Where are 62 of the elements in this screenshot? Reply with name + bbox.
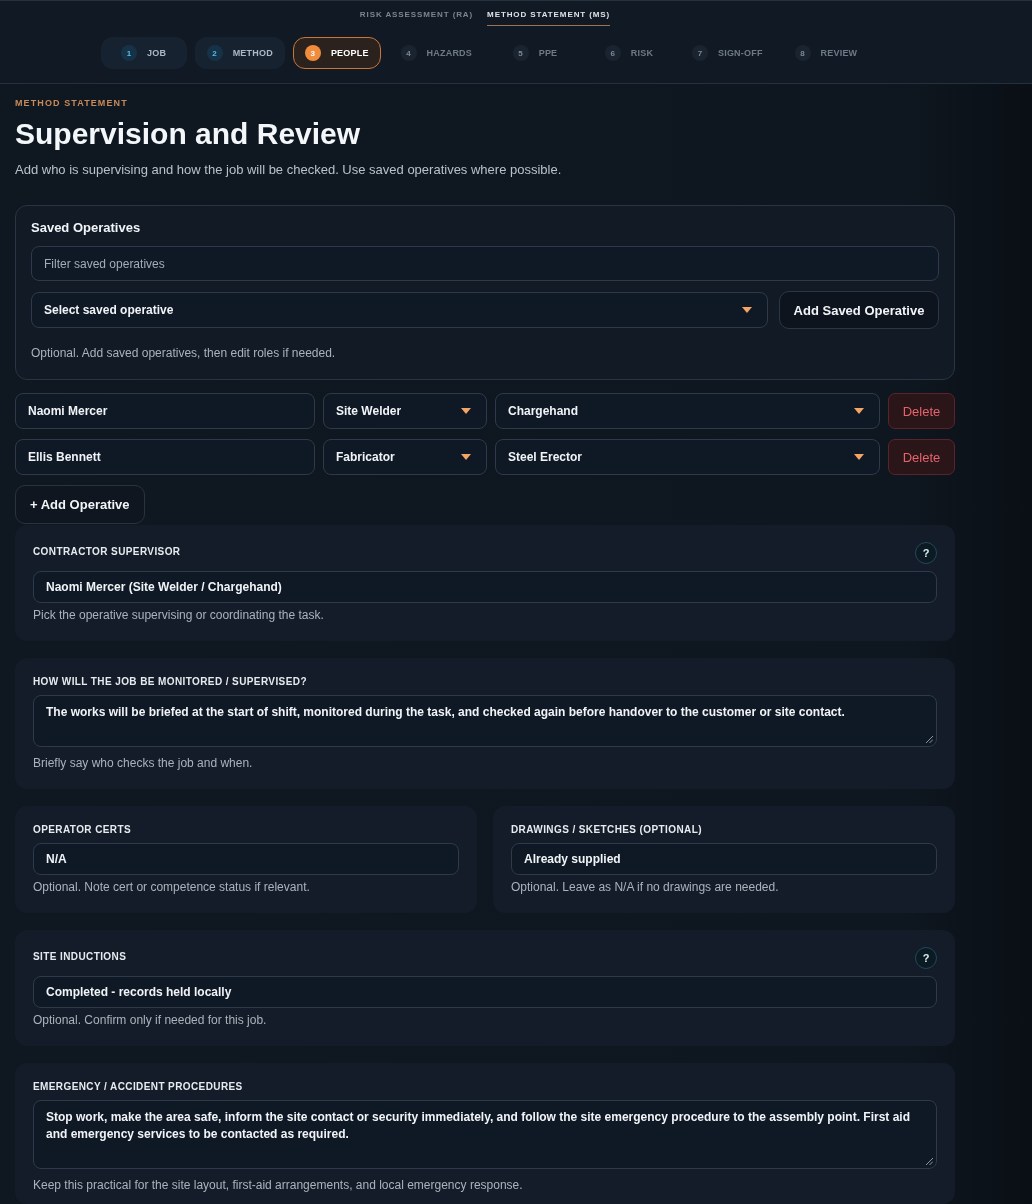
text-area[interactable]: The works will be briefed at the start of shift, monitored during the task, and checked again before handover to the customer or site contact. (33, 695, 937, 747)
field-hint: Keep this practical for the site layout, first-aid arrangements, and local emergency response. (33, 1178, 524, 1192)
step-tab[interactable]: 7 SIGN-OFF (680, 37, 775, 69)
add-operative-button[interactable]: + Add Operative (15, 485, 145, 524)
text-field[interactable]: Already supplied (511, 843, 937, 875)
caret-icon (461, 454, 471, 460)
step-number: 5 (512, 45, 529, 61)
step-number: 6 (604, 45, 621, 61)
field-label: SITE INDUCTIONS (33, 951, 127, 963)
step-tab[interactable]: 1 JOB (100, 37, 187, 69)
text-field[interactable]: N/A (33, 843, 459, 875)
text-field[interactable]: Completed - records held locally (33, 976, 937, 1008)
field-hint: Optional. Confirm only if needed for this job. (33, 1013, 268, 1027)
text-field[interactable]: Naomi Mercer (Site Welder / Chargehand) (33, 571, 937, 603)
step-number: 7 (692, 45, 708, 61)
delete-button[interactable]: Delete (888, 439, 955, 475)
field-hint: Pick the operative supervising or coordinating the task. (33, 608, 325, 622)
operative-select[interactable]: Select saved operative (31, 292, 768, 328)
resize-grip-icon[interactable] (926, 1158, 933, 1165)
field-hint: Optional. Note cert or competence status if relevant. (33, 880, 311, 894)
card-title: Saved Operatives (31, 220, 142, 236)
step-number: 3 (304, 45, 321, 61)
step-number: 1 (121, 45, 138, 61)
step-number: 2 (206, 45, 223, 61)
field-label: CONTRACTOR SUPERVISOR (33, 546, 181, 558)
role-select[interactable]: Chargehand (495, 393, 880, 429)
name-field[interactable]: Ellis Bennett (15, 439, 315, 475)
help-button[interactable]: ? (915, 947, 937, 969)
field-hint: Optional. Add saved operatives, then edit roles if needed. (31, 346, 337, 360)
delete-button[interactable]: Delete (888, 393, 955, 429)
step-tab[interactable]: 3 PEOPLE (292, 37, 381, 69)
field-hint: Optional. Leave as N/A if no drawings are needed. (511, 880, 780, 894)
page-subtitle: Add who is supervising and how the job will be checked. Use saved operatives where possible. (15, 162, 563, 178)
trade-select[interactable]: Fabricator (323, 439, 487, 475)
step-tab[interactable]: 4 HAZARDS (388, 37, 484, 69)
step-number: 8 (794, 45, 811, 61)
page-title: Supervision and Review (15, 116, 362, 152)
field-label: DRAWINGS / SKETCHES (OPTIONAL) (511, 824, 702, 836)
role-select[interactable]: Steel Erector (495, 439, 880, 475)
step-tab[interactable]: 5 PPE (492, 37, 578, 69)
field-label: OPERATOR CERTS (33, 824, 132, 836)
step-tab[interactable]: 8 REVIEW (782, 37, 870, 69)
field-hint: Briefly say who checks the job and when. (33, 756, 254, 770)
caret-icon (854, 408, 864, 414)
field-label: EMERGENCY / ACCIDENT PROCEDURES (33, 1081, 243, 1093)
text-area[interactable]: Stop work, make the area safe, inform the site contact or security immediately, and follow the site emergency procedure to the assembly point. First aid and emergency services to be contacted as required. (33, 1100, 937, 1169)
filter-field[interactable]: Filter saved operatives (31, 246, 939, 281)
mode-tab[interactable]: RISK ASSESSMENT (RA) (359, 7, 474, 26)
step-tab[interactable]: 2 METHOD (194, 37, 285, 69)
step-tab[interactable]: 6 RISK (586, 37, 672, 69)
caret-icon (854, 454, 864, 460)
trade-select[interactable]: Site Welder (323, 393, 487, 429)
caret-icon (461, 408, 471, 414)
name-field[interactable]: Naomi Mercer (15, 393, 315, 429)
mode-tab[interactable]: METHOD STATEMENT (MS) (487, 7, 611, 26)
resize-grip-icon[interactable] (926, 736, 933, 743)
field-label: HOW WILL THE JOB BE MONITORED / SUPERVISED? (33, 676, 307, 688)
section-eyebrow: METHOD STATEMENT (15, 98, 129, 108)
help-button[interactable]: ? (915, 542, 937, 564)
step-number: 4 (400, 45, 417, 61)
caret-icon (742, 307, 752, 313)
add-saved-operative-button[interactable]: Add Saved Operative (779, 291, 939, 329)
